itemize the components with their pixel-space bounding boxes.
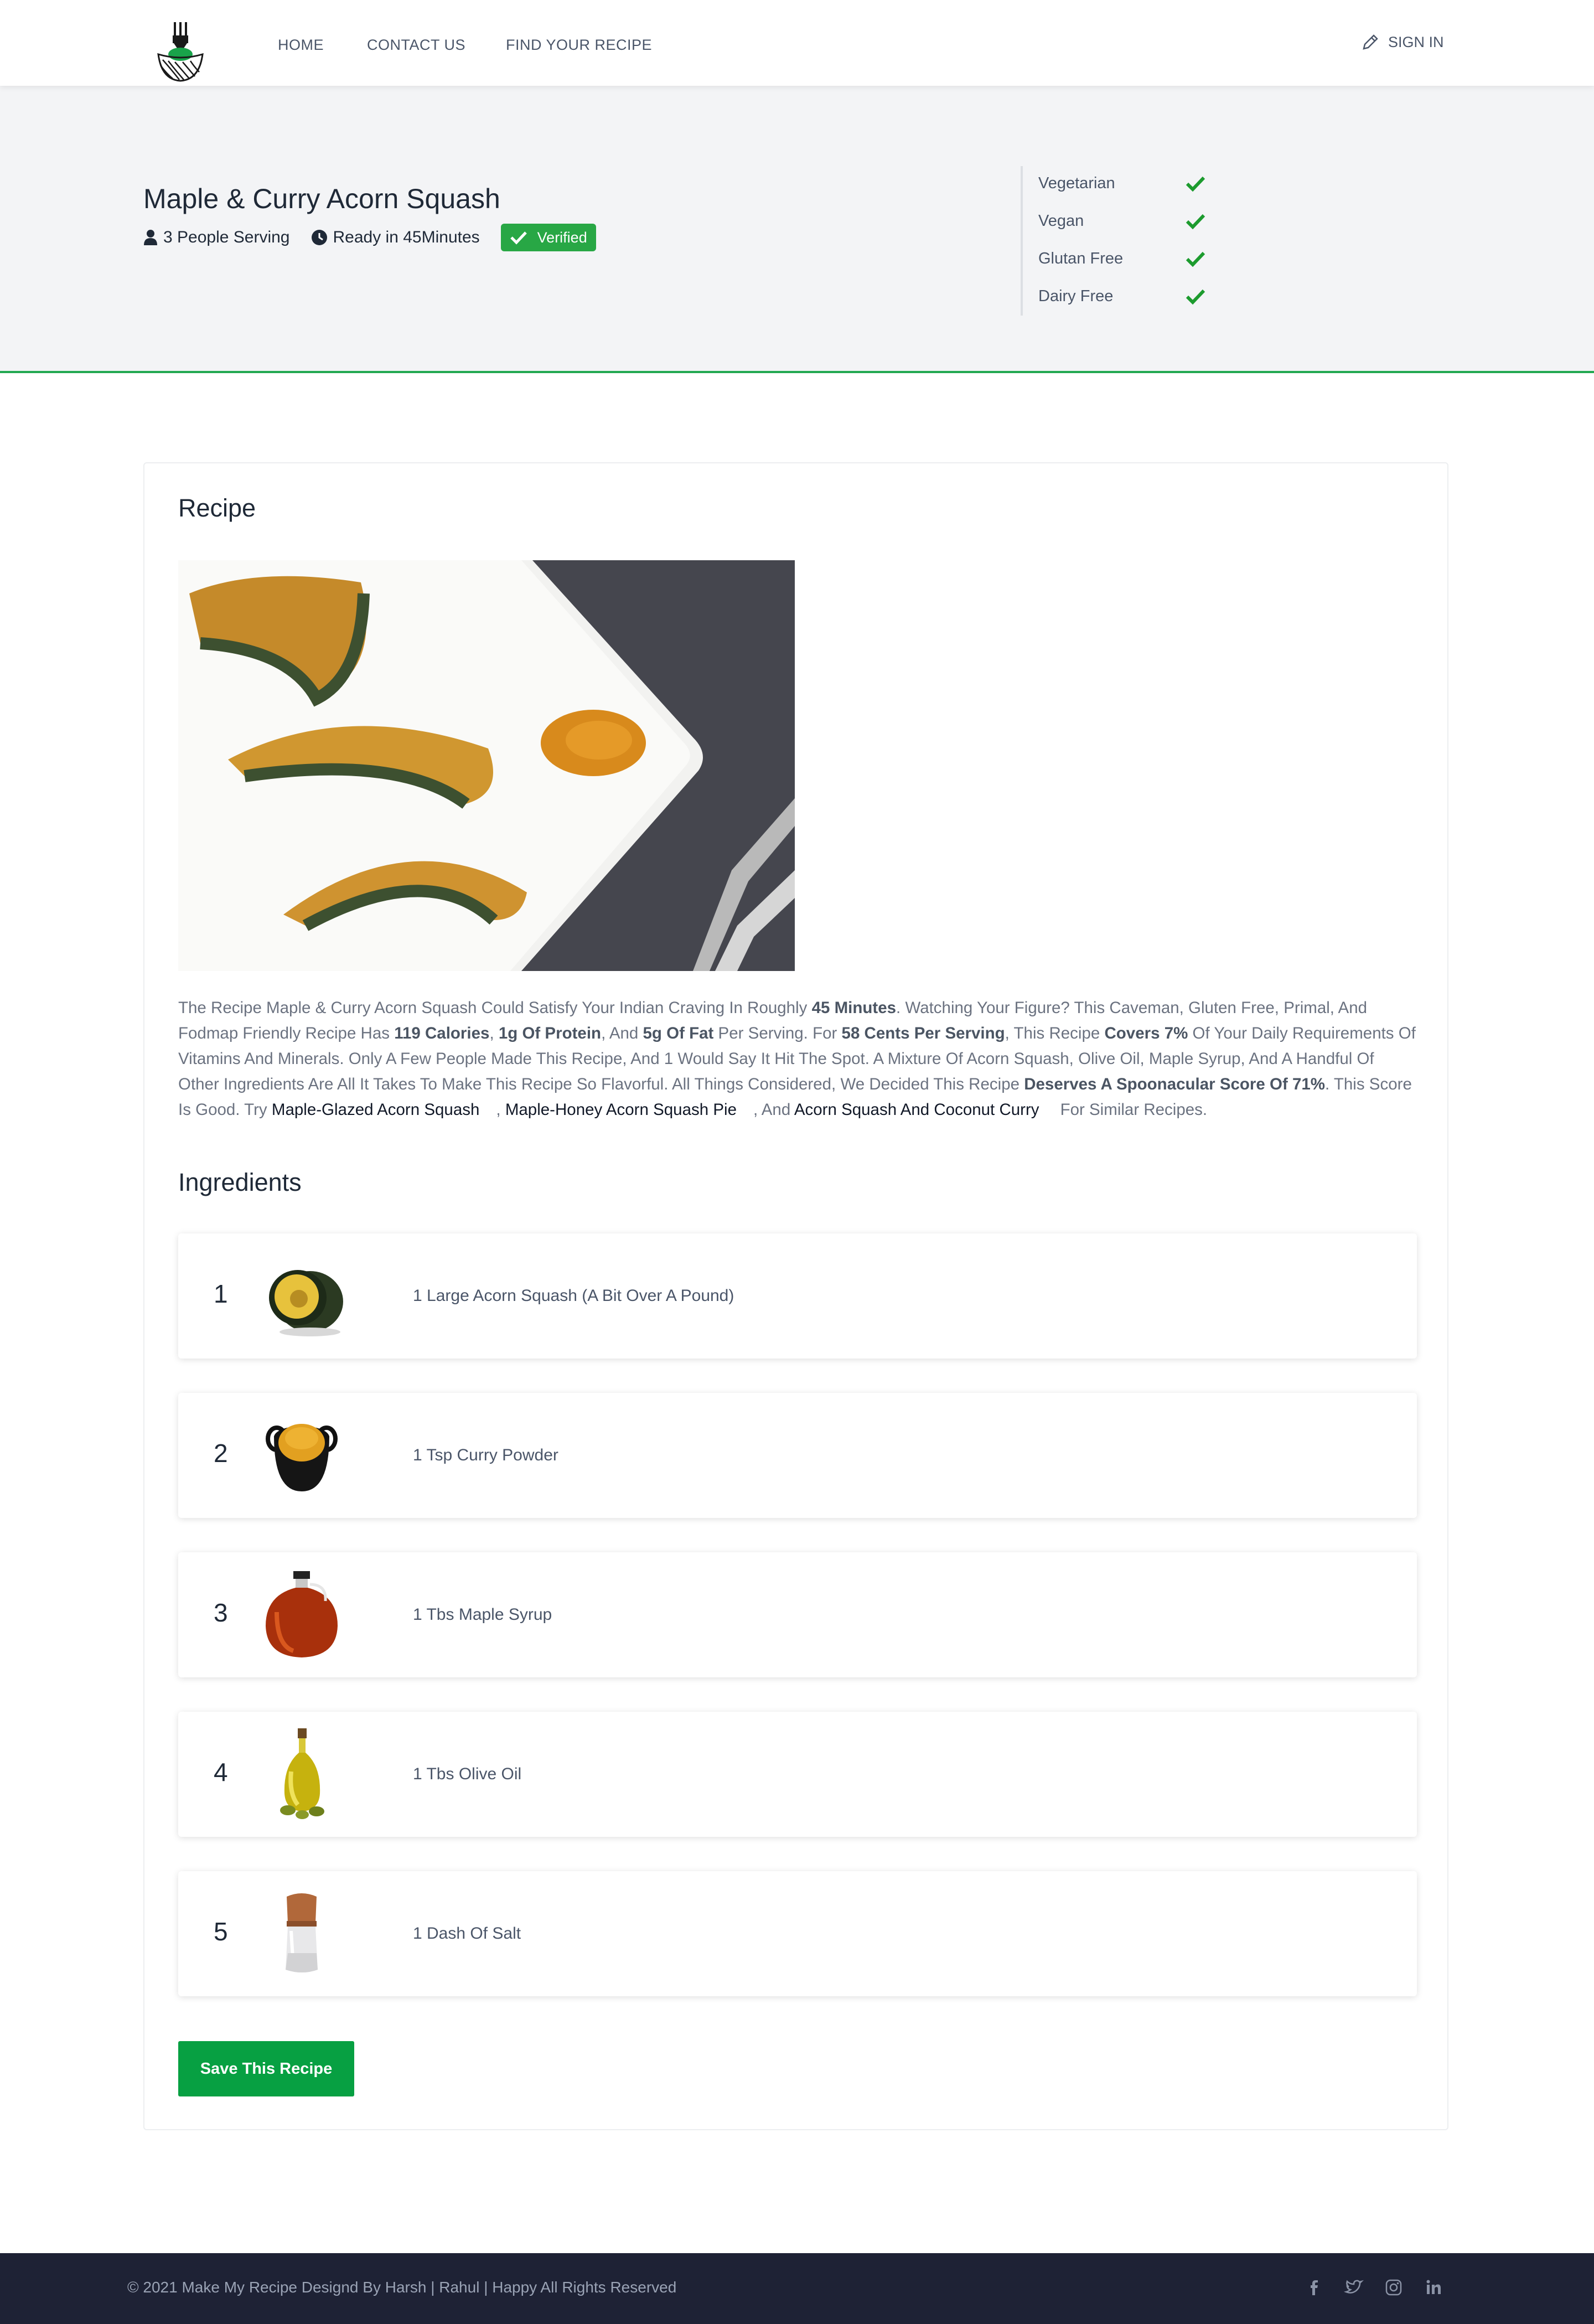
similar-recipe-link-1[interactable]: Maple-Glazed Acorn Squash [272,1101,480,1119]
footer-copyright: © 2021 Make My Recipe Designd By Harsh |… [127,2279,677,2296]
recipe-description: The Recipe Maple & Curry Acorn Squash Co… [178,999,1416,1119]
diet-vegetarian-check-icon [1186,176,1205,192]
diet-vegetarian-label: Vegetarian [1038,174,1115,192]
recipe-heading: Recipe [178,494,256,522]
top-navbar: HOME CONTACT US FIND YOUR RECIPE SIGN IN [0,0,1594,86]
ingredient-number: 1 [214,1279,228,1308]
ingredient-item: 1 1 Large Acorn Squash (A Bit Over A Pou… [178,1233,1417,1359]
verified-badge: Verified [500,224,596,251]
ingredient-number: 4 [214,1758,228,1786]
ingredient-item: 4 1 Tbs Olive Oil [178,1712,1417,1837]
twitter-icon[interactable] [1342,2275,1366,2300]
ingredient-text: 1 Tbs Maple Syrup [413,1605,552,1624]
recipe-title: Maple & Curry Acorn Squash [143,183,500,214]
diet-dairy-free-check-icon [1186,289,1205,305]
ingredient-number: 2 [214,1439,228,1468]
servings-text: 3 People Serving [163,228,290,246]
save-recipe-button[interactable]: Save This Recipe [178,2041,354,2096]
nav-home-link[interactable]: HOME [278,37,324,54]
footer: © 2021 Make My Recipe Designd By Harsh |… [0,2253,1594,2324]
ingredients-heading: Ingredients [178,1168,302,1196]
acorn-squash-icon [269,1270,343,1336]
clock-icon [311,230,327,245]
maple-syrup-icon [266,1571,338,1657]
diet-dairy-free-label: Dairy Free [1038,287,1114,305]
nav-contact-link[interactable]: CONTACT US [367,37,465,54]
curry-powder-icon [266,1424,338,1491]
diet-gluten-free-check-icon [1186,251,1205,267]
recipe-meta: 3 People Serving Ready in 45Minutes Veri… [143,224,596,251]
ingredient-item: 5 1 Dash Of Salt [178,1871,1417,1996]
ingredient-text: 1 Large Acorn Squash (A Bit Over A Pound… [413,1287,734,1305]
ingredient-text: 1 Tsp Curry Powder [413,1446,558,1464]
facebook-icon[interactable] [1302,2275,1326,2300]
verified-label: Verified [537,229,587,246]
salt-icon [286,1893,318,1972]
signin-link[interactable]: SIGN IN [1362,33,1444,51]
recipe-photo [178,560,795,971]
diet-vegan-label: Vegan [1038,212,1084,230]
pencil-icon [1363,34,1378,50]
ingredient-item: 2 1 Tsp Curry Powder [178,1393,1417,1518]
user-icon [144,230,157,245]
diet-divider [1021,166,1023,316]
olive-oil-icon [280,1728,324,1819]
diet-vegan-check-icon [1186,214,1205,230]
signin-label: SIGN IN [1388,33,1444,50]
instagram-icon[interactable] [1381,2275,1406,2300]
ingredient-number: 3 [214,1598,228,1627]
diet-gluten-free-label: Glutan Free [1038,250,1124,267]
ingredient-item: 3 1 Tbs Maple Syrup [178,1552,1417,1677]
nav-find-recipe-link[interactable]: FIND YOUR RECIPE [506,37,652,54]
ready-time-info: Ready in 45Minutes [311,228,480,247]
ready-time-text: Ready in 45Minutes [333,228,480,246]
ingredient-text: 1 Tbs Olive Oil [413,1765,522,1783]
logo-icon[interactable] [155,20,206,82]
servings-info: 3 People Serving [143,228,290,247]
linkedin-icon[interactable] [1421,2275,1446,2300]
similar-recipe-link-3[interactable]: Acorn Squash And Coconut Curry [794,1101,1039,1119]
ingredient-number: 5 [214,1917,228,1946]
similar-recipe-link-2[interactable]: Maple-Honey Acorn Squash Pie [505,1101,737,1119]
ingredient-text: 1 Dash Of Salt [413,1924,521,1943]
check-icon [510,231,527,245]
